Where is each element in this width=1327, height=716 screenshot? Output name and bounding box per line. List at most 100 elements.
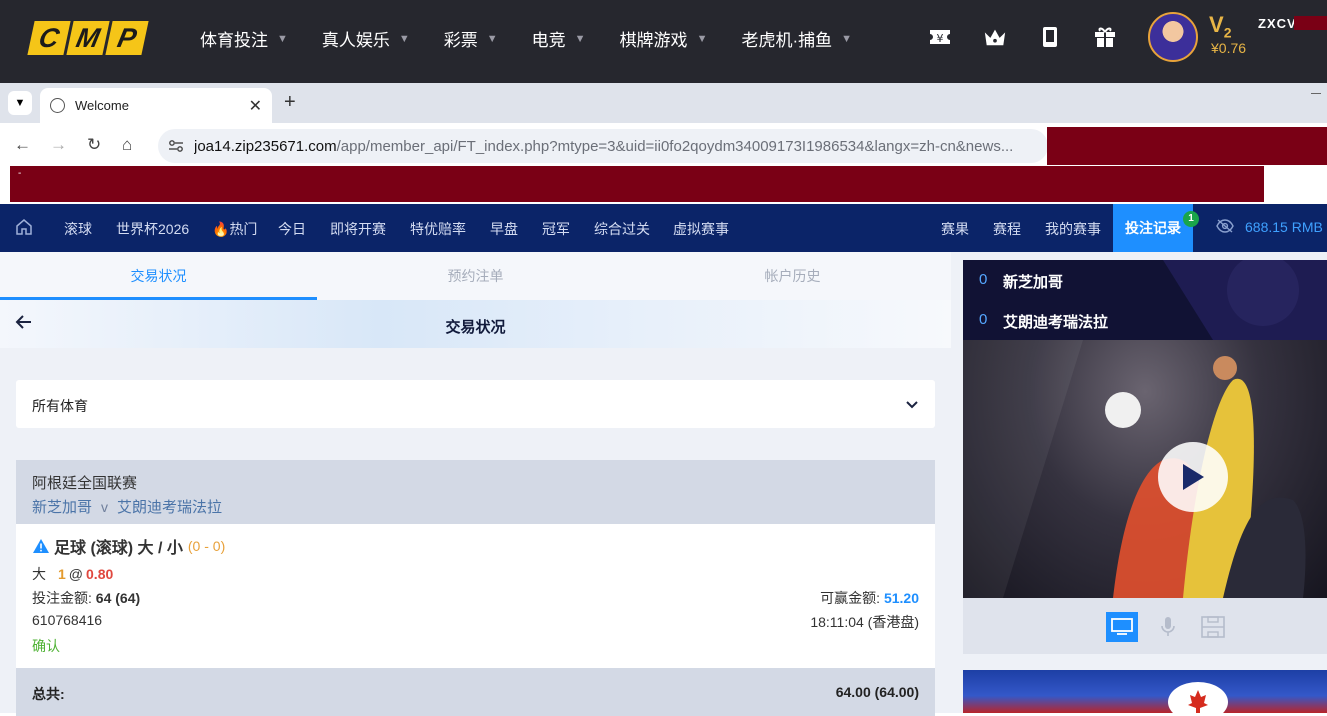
sports-nav: 滚球 世界杯2026 🔥热门 今日 即将开赛 特优赔率 早盘 冠军 综合过关 虚…: [0, 204, 1327, 252]
nav-today[interactable]: 今日: [278, 219, 306, 239]
chevron-down-icon: ▼: [14, 97, 26, 109]
tv-mode-button[interactable]: [1106, 612, 1138, 642]
vip-letter: V: [1209, 12, 1224, 37]
chevron-down-icon: ▼: [696, 32, 708, 45]
nav-inplay[interactable]: 滚球: [64, 219, 92, 239]
nav-results[interactable]: 赛果: [941, 219, 969, 239]
back-icon[interactable]: ←: [14, 135, 31, 155]
bet-selection: 大 1 @0.80: [32, 564, 113, 584]
home-team: 新芝加哥: [1003, 274, 1064, 291]
nav-my-events[interactable]: 我的赛事: [1045, 219, 1101, 239]
currency: RMB: [1291, 219, 1323, 235]
ticket-icon[interactable]: ¥: [928, 24, 952, 50]
match-score: (0 - 0): [187, 538, 226, 554]
video-thumbnail: [963, 340, 1327, 598]
wallet-balance: ¥0.76: [1211, 40, 1247, 56]
chevron-down-icon: ▼: [398, 32, 410, 45]
subtab-bar: 交易状况 预约注单 帐户历史: [0, 252, 951, 300]
bet-card: 阿根廷全国联赛 新芝加哥 v 艾朗迪考瑞法拉 足球 (滚球) 大 / 小 (0 - 0…: [16, 460, 935, 716]
svg-text:¥: ¥: [937, 32, 944, 45]
mobile-icon[interactable]: [1038, 24, 1062, 50]
play-button[interactable]: [1158, 442, 1228, 512]
home-icon[interactable]: ⌂: [122, 135, 132, 155]
at-sign: @: [68, 566, 84, 582]
nav-lottery[interactable]: 彩票 ▼: [444, 26, 498, 51]
address-bar[interactable]: joa14.zip235671.com/app/member_api/FT_in…: [158, 129, 1048, 163]
main-nav: 体育投注 ▼ 真人娱乐 ▼ 彩票 ▼ 电竞 ▼ 棋牌游戏 ▼ 老虎机·捕鱼 ▼: [200, 26, 886, 51]
logo-letter: M: [66, 21, 110, 55]
tab-search-button[interactable]: ▼: [8, 91, 32, 115]
minimize-icon[interactable]: [1311, 93, 1321, 94]
nav-starting-soon[interactable]: 即将开赛: [330, 219, 386, 239]
vip-level: V2: [1209, 12, 1231, 40]
tab-reserved-bets[interactable]: 预约注单: [317, 252, 634, 300]
total-value: 64.00 (64.00): [835, 684, 919, 700]
sport-filter-dropdown[interactable]: 所有体育: [16, 380, 935, 428]
nav-worldcup[interactable]: 世界杯2026: [116, 219, 189, 239]
nav-bet-record[interactable]: 投注记录: [1113, 204, 1193, 252]
nav-label: 棋牌游戏: [619, 31, 688, 50]
nav-card-games[interactable]: 棋牌游戏 ▼: [620, 26, 708, 51]
away-team: 艾朗迪考瑞法拉: [117, 499, 223, 516]
home-icon[interactable]: [15, 218, 33, 239]
new-tab-button[interactable]: +: [284, 91, 296, 114]
eye-off-icon[interactable]: [1216, 219, 1234, 238]
nav-slots-fishing[interactable]: 老虎机·捕鱼 ▼: [741, 26, 852, 51]
gift-icon[interactable]: [1093, 24, 1117, 50]
away-score: 0: [979, 311, 988, 328]
field-mode-button[interactable]: [1197, 612, 1229, 642]
ticket-id: 610768416: [32, 612, 103, 628]
nav-sports[interactable]: 体育投注 ▼: [200, 26, 288, 51]
cmp-logo[interactable]: C M P: [27, 21, 149, 55]
nav-virtual[interactable]: 虚拟赛事: [673, 219, 729, 239]
away-team: 艾朗迪考瑞法拉: [1003, 314, 1109, 331]
nav-live-casino[interactable]: 真人娱乐 ▼: [322, 26, 410, 51]
tab-account-history[interactable]: 帐户历史: [634, 252, 951, 300]
pitch-icon: [1201, 616, 1225, 638]
monitor-icon: [1111, 618, 1133, 635]
nav-schedule[interactable]: 赛程: [993, 219, 1021, 239]
url-path: /app/member_api/FT_index.php?mtype=3&uid…: [336, 137, 1014, 155]
nav-best-odds[interactable]: 特优赔率: [410, 219, 466, 239]
bet-count-badge: 1: [1183, 211, 1199, 227]
stake-value: 64 (64): [95, 590, 141, 606]
stake-label: 投注金额:: [32, 590, 92, 606]
sport-filter-value: 所有体育: [32, 398, 88, 414]
home-score: 0: [979, 271, 988, 288]
nav-esports[interactable]: 电竞 ▼: [532, 26, 586, 51]
nav-label: 老虎机·捕鱼: [741, 31, 833, 50]
header-icons: ¥: [928, 24, 1148, 50]
nav-parlay[interactable]: 综合过关: [594, 219, 650, 239]
promo-banner[interactable]: [963, 670, 1327, 713]
selection-name: 大: [32, 566, 46, 582]
vs-label: v: [101, 499, 109, 515]
win-value: 51.20: [883, 590, 919, 606]
vip-number: 2: [1223, 24, 1232, 41]
market-name: 足球 (滚球) 大 / 小: [54, 540, 183, 557]
browser-tab[interactable]: Welcome ✕: [40, 88, 272, 123]
reload-icon[interactable]: ↻: [87, 135, 101, 155]
bet-market: 足球 (滚球) 大 / 小 (0 - 0): [32, 534, 225, 558]
crown-icon[interactable]: [983, 24, 1007, 50]
nav-outright[interactable]: 冠军: [542, 219, 570, 239]
nav-early[interactable]: 早盘: [490, 219, 518, 239]
chevron-down-icon: ▼: [841, 32, 853, 45]
chevron-down-icon: ▼: [486, 32, 498, 45]
forward-icon[interactable]: →: [50, 135, 67, 155]
live-video: 0 新芝加哥 0 艾朗迪考瑞法拉: [963, 260, 1327, 598]
close-icon[interactable]: ✕: [249, 96, 262, 116]
avatar[interactable]: [1148, 12, 1198, 62]
site-settings-icon[interactable]: [168, 138, 184, 154]
audio-mode-button[interactable]: [1152, 612, 1184, 642]
odds-value: 0.80: [86, 566, 114, 582]
chevron-down-icon: ▼: [277, 32, 288, 45]
microphone-icon: [1161, 617, 1175, 636]
play-icon: [1183, 464, 1204, 490]
status-badge: 确认: [32, 638, 60, 654]
nav-hot[interactable]: 🔥热门: [212, 219, 257, 239]
tab-transactions[interactable]: 交易状况: [0, 252, 317, 300]
tab-title: Welcome: [75, 98, 129, 113]
chevron-down-icon: [905, 397, 919, 415]
chevron-down-icon: ▼: [574, 32, 586, 45]
logo-letter: C: [27, 21, 71, 55]
